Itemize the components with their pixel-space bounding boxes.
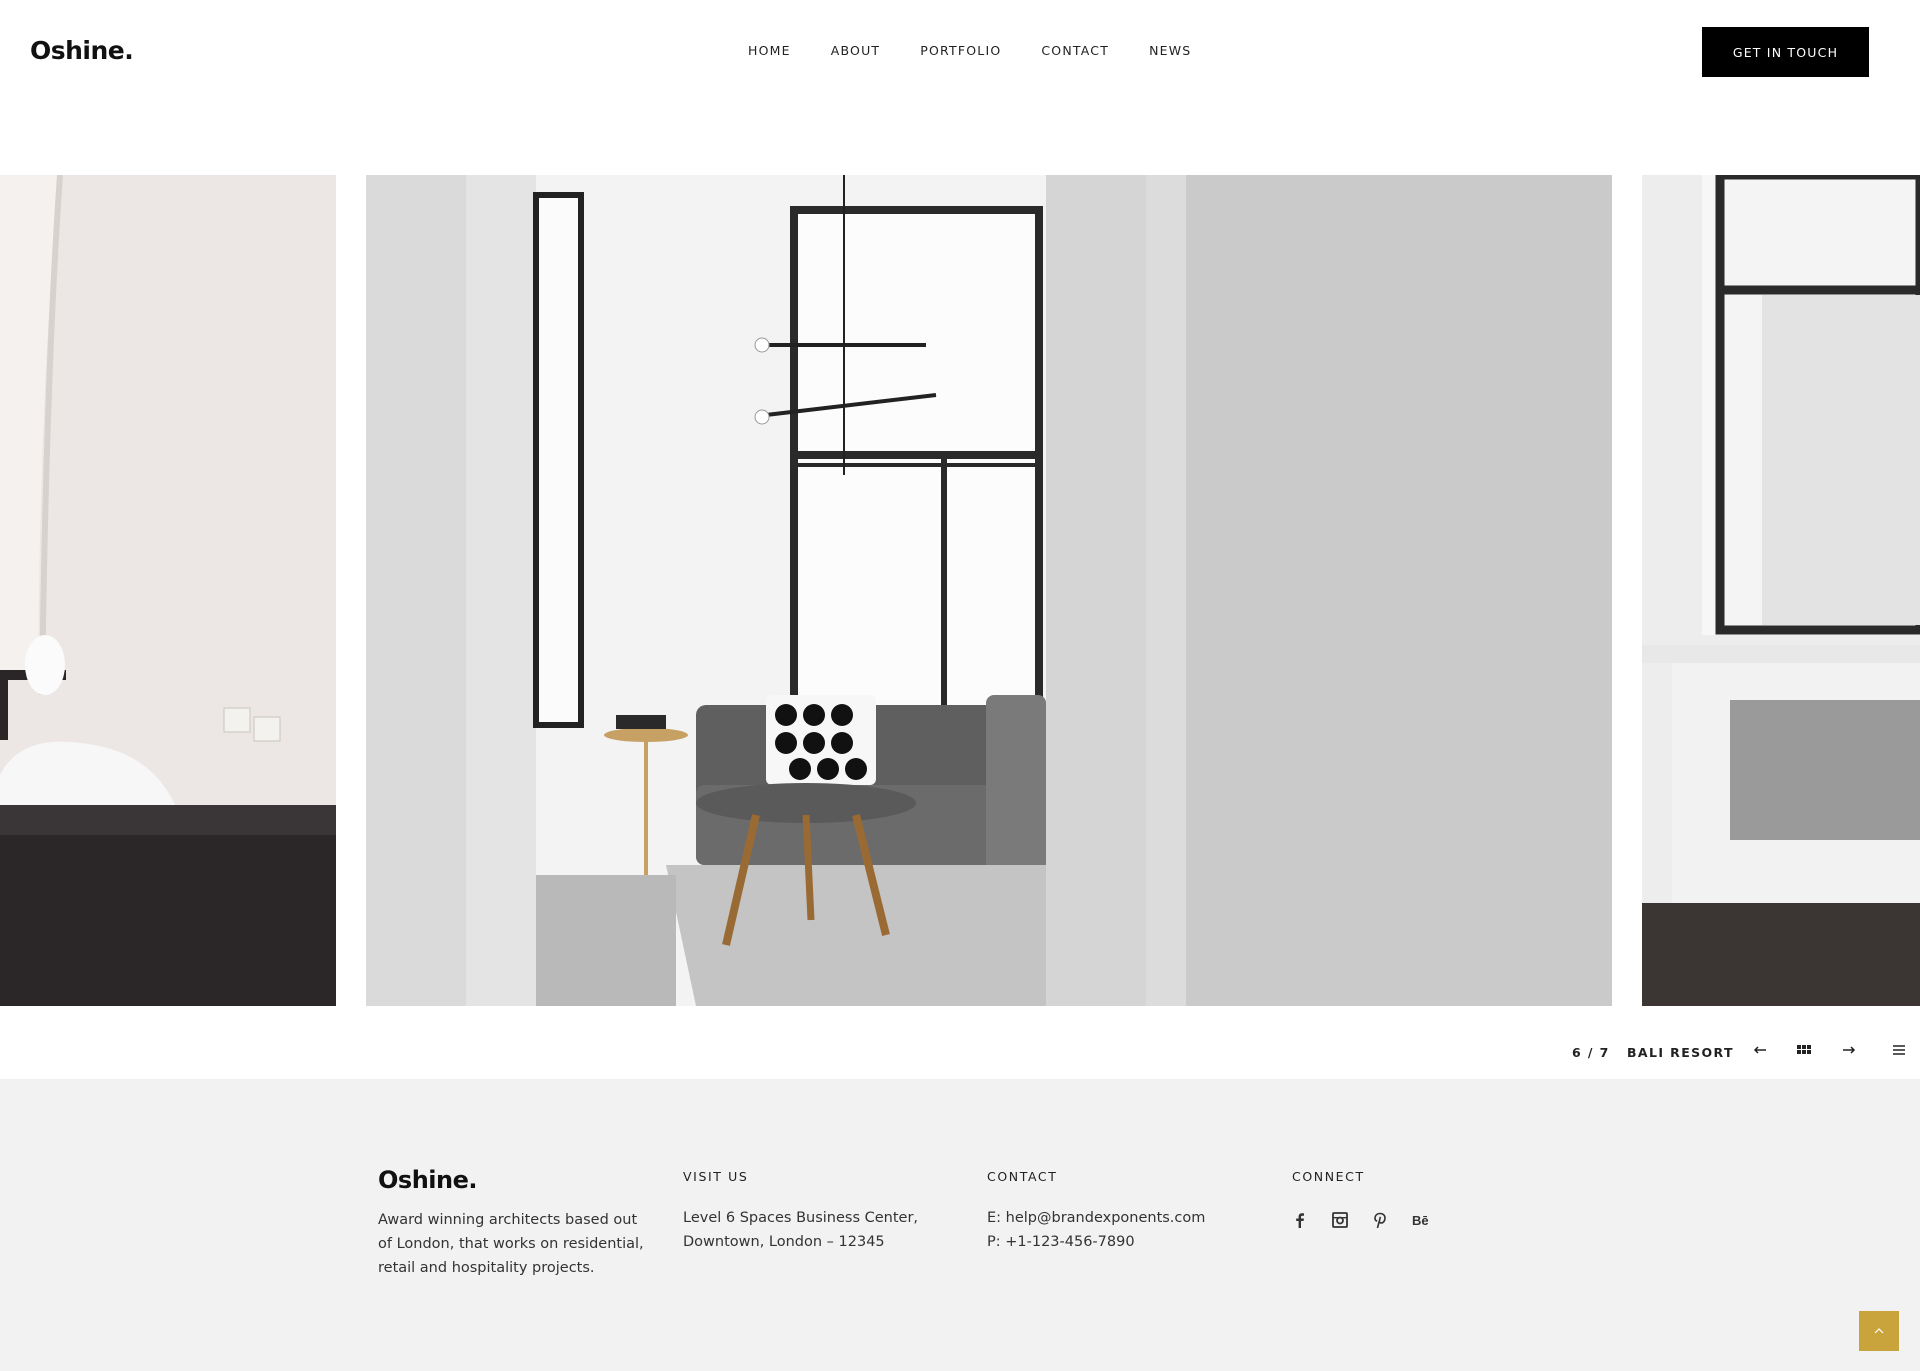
- site-logo[interactable]: Oshine.: [30, 36, 134, 65]
- slide-previous-image[interactable]: [0, 175, 336, 1006]
- contact-phone[interactable]: P: +1-123-456-7890: [987, 1230, 1205, 1254]
- slide-title: BALI RESORT: [1627, 1045, 1734, 1060]
- behance-icon[interactable]: Bē: [1412, 1212, 1429, 1228]
- connect-heading: CONNECT: [1292, 1169, 1365, 1184]
- visit-heading: VISIT US: [683, 1169, 749, 1184]
- nav-news[interactable]: NEWS: [1149, 43, 1191, 58]
- nav-portfolio[interactable]: PORTFOLIO: [920, 43, 1001, 58]
- arrow-left-icon[interactable]: [1752, 1042, 1768, 1063]
- site-header: Oshine. HOME ABOUT PORTFOLIO CONTACT NEW…: [0, 0, 1920, 102]
- chevron-up-icon: [1874, 1328, 1884, 1334]
- window-radiator-image: [1642, 175, 1920, 1006]
- footer-contact: CONTACT E: help@brandexponents.com P: +1…: [987, 1169, 1205, 1254]
- living-room-image: [366, 175, 1612, 1006]
- visit-line-1: Level 6 Spaces Business Center,: [683, 1210, 919, 1226]
- footer-logo[interactable]: Oshine.: [378, 1166, 644, 1194]
- nav-about[interactable]: ABOUT: [831, 43, 881, 58]
- social-links: Bē: [1292, 1212, 1429, 1228]
- slide-current-image[interactable]: [366, 175, 1612, 1006]
- instagram-icon[interactable]: [1332, 1212, 1348, 1228]
- footer-about-line-3: retail and hospitality projects.: [378, 1260, 595, 1276]
- scroll-to-top-button[interactable]: [1859, 1311, 1899, 1351]
- menu-icon[interactable]: [1891, 1042, 1907, 1063]
- visit-line-2: Downtown, London – 12345: [683, 1234, 885, 1250]
- contact-email[interactable]: E: help@brandexponents.com: [987, 1206, 1205, 1230]
- footer-visit: VISIT US Level 6 Spaces Business Center,…: [683, 1169, 918, 1254]
- footer-about-line-1: Award winning architects based out: [378, 1212, 638, 1228]
- contact-heading: CONTACT: [987, 1169, 1058, 1184]
- main-nav: HOME ABOUT PORTFOLIO CONTACT NEWS: [748, 43, 1231, 58]
- portfolio-slider: [0, 175, 1920, 1006]
- slide-counter: 6 / 7: [1572, 1045, 1610, 1060]
- pinterest-icon[interactable]: [1372, 1212, 1388, 1228]
- grid-icon[interactable]: [1796, 1042, 1812, 1063]
- facebook-icon[interactable]: [1292, 1212, 1308, 1228]
- get-in-touch-button[interactable]: GET IN TOUCH: [1702, 27, 1869, 77]
- nav-home[interactable]: HOME: [748, 43, 791, 58]
- nav-contact[interactable]: CONTACT: [1041, 43, 1109, 58]
- footer-about-line-2: of London, that works on residential,: [378, 1236, 644, 1252]
- footer-about: Oshine. Award winning architects based o…: [378, 1166, 644, 1280]
- site-footer: [0, 1079, 1920, 1371]
- slide-next-image[interactable]: [1642, 175, 1920, 1006]
- footer-connect: CONNECT Bē: [1292, 1169, 1429, 1228]
- office-interior-image: [0, 175, 336, 1006]
- arrow-right-icon[interactable]: [1841, 1042, 1857, 1063]
